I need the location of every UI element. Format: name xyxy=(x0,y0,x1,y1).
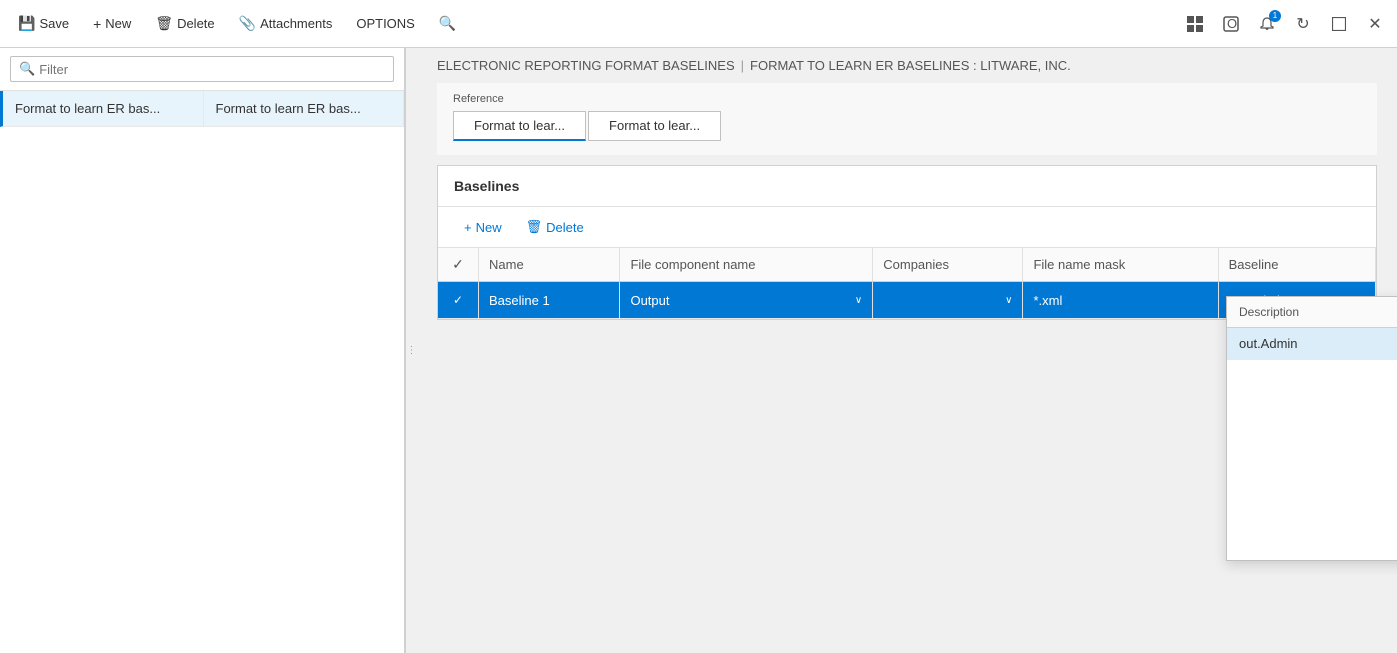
breadcrumb-part1: ELECTRONIC REPORTING FORMAT BASELINES xyxy=(437,58,735,73)
list-item[interactable]: Format to learn ER bas... Format to lear… xyxy=(0,91,404,127)
toolbar: 💾 Save + New 🗑 Delete 📎 Attachments OPTI… xyxy=(0,0,1397,48)
delete-button[interactable]: 🗑 Delete xyxy=(145,9,224,38)
col-companies[interactable]: Companies xyxy=(873,248,1023,282)
toolbar-right: O 1 ↻ ✕ xyxy=(1181,10,1389,38)
list-area: Format to learn ER bas... Format to lear… xyxy=(0,91,404,653)
col-file-component[interactable]: File component name xyxy=(620,248,873,282)
dropdown-popup-row[interactable]: out.Admin out.Admin.xml xyxy=(1227,328,1397,360)
row-file-mask-cell[interactable]: *.xml xyxy=(1023,282,1218,319)
baselines-delete-icon: 🗑 xyxy=(526,219,543,235)
office-icon[interactable]: O xyxy=(1217,10,1245,38)
close-icon[interactable]: ✕ xyxy=(1361,10,1389,38)
companies-dropdown[interactable]: ∨ xyxy=(883,295,1012,306)
notification-badge: 1 xyxy=(1269,10,1281,22)
reference-tab-2[interactable]: Format to lear... xyxy=(588,111,721,141)
maximize-icon[interactable] xyxy=(1325,10,1353,38)
dropdown-popup-header: Description File name xyxy=(1227,297,1397,328)
filter-input-wrap[interactable]: 🔍 xyxy=(10,56,394,82)
breadcrumb-part2: FORMAT TO LEARN ER BASELINES : LITWARE, … xyxy=(750,58,1071,73)
attachments-button[interactable]: 📎 Attachments xyxy=(229,9,343,38)
row-name-cell[interactable]: Baseline 1 xyxy=(479,282,620,319)
options-label: OPTIONS xyxy=(356,16,415,31)
list-cell-col2: Format to learn ER bas... xyxy=(204,91,405,126)
save-button[interactable]: 💾 Save xyxy=(8,9,79,38)
save-label: Save xyxy=(39,16,69,31)
left-panel: 🔍 Format to learn ER bas... Format to le… xyxy=(0,48,405,653)
baselines-new-plus-icon: + xyxy=(464,220,472,235)
delete-label: Delete xyxy=(177,16,215,31)
reference-tabs: Format to lear... Format to lear... xyxy=(453,111,1361,141)
main-layout: 🔍 Format to learn ER bas... Format to le… xyxy=(0,48,1397,653)
new-button[interactable]: + New xyxy=(83,10,141,38)
popup-col-description: Description xyxy=(1227,297,1397,327)
row-check-cell: ✓ xyxy=(438,282,479,319)
attachments-label: Attachments xyxy=(260,16,332,31)
row-file-component-cell[interactable]: Output ∨ xyxy=(620,282,873,319)
col-check: ✓ xyxy=(438,248,479,282)
file-component-value: Output xyxy=(630,293,669,308)
grid-icon[interactable] xyxy=(1181,10,1209,38)
col-file-mask[interactable]: File name mask xyxy=(1023,248,1218,282)
file-component-arrow-icon: ∨ xyxy=(855,295,862,306)
reference-label: Reference xyxy=(453,93,1361,105)
dropdown-popup-empty-area xyxy=(1227,360,1397,560)
breadcrumb: ELECTRONIC REPORTING FORMAT BASELINES | … xyxy=(417,48,1397,83)
baselines-toolbar: + New 🗑 Delete xyxy=(438,207,1376,248)
companies-arrow-icon: ∨ xyxy=(1005,295,1012,306)
row-check-icon: ✓ xyxy=(448,290,468,310)
filter-input[interactable] xyxy=(39,62,385,77)
table-wrap: ✓ Name File component name Companies Fil… xyxy=(438,248,1376,319)
baselines-new-label: New xyxy=(476,220,502,235)
save-icon: 💾 xyxy=(18,15,35,32)
row-companies-cell[interactable]: ∨ xyxy=(873,282,1023,319)
check-header-icon: ✓ xyxy=(452,256,464,272)
reference-tab-1[interactable]: Format to lear... xyxy=(453,111,586,141)
right-panel: ELECTRONIC REPORTING FORMAT BASELINES | … xyxy=(417,48,1397,653)
reference-section: Reference Format to lear... Format to le… xyxy=(437,83,1377,155)
popup-cell-description: out.Admin xyxy=(1227,328,1397,359)
notification-icon[interactable]: 1 xyxy=(1253,10,1281,38)
plus-icon: + xyxy=(93,16,101,32)
baseline-dropdown-popup: Description File name out.Admin out.Admi… xyxy=(1226,296,1397,561)
search-icon: 🔍 xyxy=(439,15,456,32)
baselines-card: Baselines + New 🗑 Delete xyxy=(437,165,1377,320)
file-component-dropdown[interactable]: Output ∨ xyxy=(630,293,862,308)
list-cell-col1: Format to learn ER bas... xyxy=(3,91,204,126)
new-label: New xyxy=(105,16,131,31)
drag-handle[interactable]: ⋮ xyxy=(405,48,417,653)
col-baseline[interactable]: Baseline xyxy=(1218,248,1375,282)
search-button[interactable]: 🔍 xyxy=(429,9,466,38)
content-area: Reference Format to lear... Format to le… xyxy=(417,83,1397,653)
col-name[interactable]: Name xyxy=(479,248,620,282)
baselines-delete-label: Delete xyxy=(546,220,584,235)
svg-text:O: O xyxy=(1227,16,1237,31)
attachments-icon: 📎 xyxy=(239,15,256,32)
breadcrumb-separator: | xyxy=(741,58,744,73)
delete-icon: 🗑 xyxy=(155,15,173,32)
filter-search-icon: 🔍 xyxy=(19,61,35,77)
refresh-icon[interactable]: ↻ xyxy=(1289,10,1317,38)
options-button[interactable]: OPTIONS xyxy=(346,10,425,37)
filter-bar: 🔍 xyxy=(0,48,404,91)
baselines-delete-button[interactable]: 🗑 Delete xyxy=(516,215,594,239)
baselines-new-button[interactable]: + New xyxy=(454,216,512,239)
table-header-row: ✓ Name File component name Companies Fil… xyxy=(438,248,1376,282)
baselines-header: Baselines xyxy=(438,166,1376,207)
